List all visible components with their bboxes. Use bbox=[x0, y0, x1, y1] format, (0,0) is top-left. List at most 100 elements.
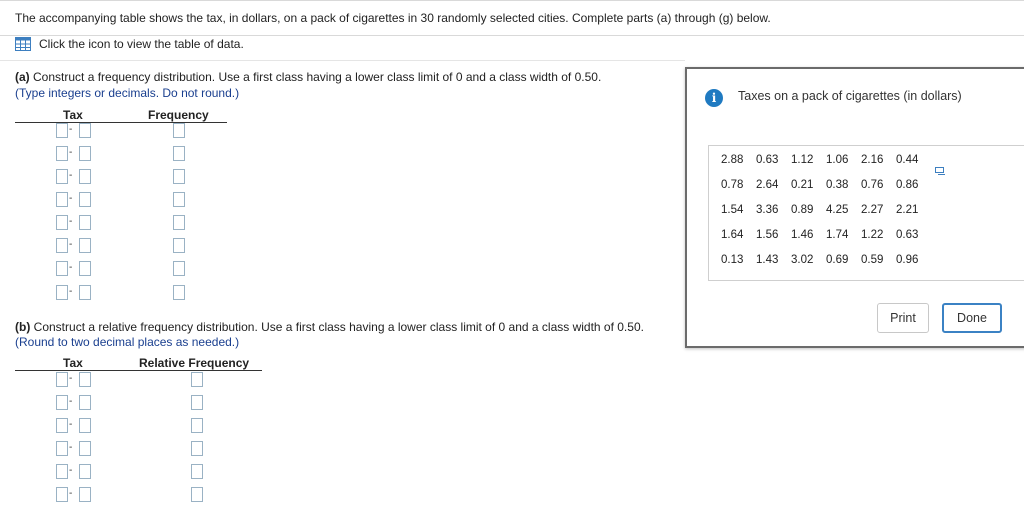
data-cell: 1.43 bbox=[756, 254, 779, 266]
part-b-lower-limit-input[interactable] bbox=[56, 372, 68, 387]
part-a-upper-limit-input[interactable] bbox=[79, 169, 91, 184]
part-a-frequency-input[interactable] bbox=[173, 261, 185, 276]
data-cell: 2.16 bbox=[861, 154, 884, 166]
part-a-lower-limit-input[interactable] bbox=[56, 123, 68, 138]
part-b-frequency-input[interactable] bbox=[191, 441, 203, 456]
part-a-frequency-input[interactable] bbox=[173, 285, 185, 300]
data-cell: 2.88 bbox=[721, 154, 744, 166]
part-a-upper-limit-input[interactable] bbox=[79, 192, 91, 207]
part-b-instruction: (b) Construct a relative frequency distr… bbox=[15, 320, 644, 334]
part-a-class-separator: - bbox=[69, 193, 73, 204]
data-row: 0.13 1.43 3.02 0.69 0.59 0.96 bbox=[721, 254, 931, 266]
part-a-header-rule bbox=[15, 122, 227, 123]
part-a-lower-limit-input[interactable] bbox=[56, 215, 68, 230]
data-cell: 0.13 bbox=[721, 254, 744, 266]
data-row: 1.54 3.36 0.89 4.25 2.27 2.21 bbox=[721, 204, 931, 216]
data-cell: 1.46 bbox=[791, 229, 814, 241]
part-b-class-separator: - bbox=[69, 465, 73, 476]
part-a-upper-limit-input[interactable] bbox=[79, 123, 91, 138]
part-b-upper-limit-input[interactable] bbox=[79, 418, 91, 433]
top-rule bbox=[0, 0, 1024, 1]
part-b-lower-limit-input[interactable] bbox=[56, 395, 68, 410]
part-b-text: Construct a relative frequency distribut… bbox=[33, 320, 644, 334]
data-cell: 0.63 bbox=[896, 229, 919, 241]
part-b-lower-limit-input[interactable] bbox=[56, 418, 68, 433]
part-b-upper-limit-input[interactable] bbox=[79, 441, 91, 456]
part-a-lower-limit-input[interactable] bbox=[56, 169, 68, 184]
part-a-frequency-input[interactable] bbox=[173, 146, 185, 161]
part-a-class-separator: - bbox=[69, 147, 73, 158]
part-a-frequency-input[interactable] bbox=[173, 123, 185, 138]
part-a-class-separator: - bbox=[69, 170, 73, 181]
part-a-hint: (Type integers or decimals. Do not round… bbox=[15, 86, 240, 100]
part-a-frequency-input[interactable] bbox=[173, 192, 185, 207]
part-a-lower-limit-input[interactable] bbox=[56, 192, 68, 207]
data-table-popup: i Taxes on a pack of cigarettes (in doll… bbox=[685, 67, 1024, 348]
part-a-upper-limit-input[interactable] bbox=[79, 146, 91, 161]
part-a-class-separator: - bbox=[69, 124, 73, 135]
popup-title: Taxes on a pack of cigarettes (in dollar… bbox=[738, 89, 962, 103]
data-cell: 2.21 bbox=[896, 204, 919, 216]
done-button[interactable]: Done bbox=[942, 303, 1002, 333]
part-b-lower-limit-input[interactable] bbox=[56, 487, 68, 502]
data-cell: 0.76 bbox=[861, 179, 884, 191]
data-row: 1.64 1.56 1.46 1.74 1.22 0.63 bbox=[721, 229, 931, 241]
part-a-col-tax: Tax bbox=[63, 108, 83, 122]
info-icon: i bbox=[705, 89, 723, 107]
data-cell: 0.59 bbox=[861, 254, 884, 266]
part-b-class-separator: - bbox=[69, 373, 73, 384]
part-b-hint: (Round to two decimal places as needed.) bbox=[15, 335, 240, 349]
data-cell: 0.69 bbox=[826, 254, 849, 266]
part-b-upper-limit-input[interactable] bbox=[79, 464, 91, 479]
part-b-upper-limit-input[interactable] bbox=[79, 372, 91, 387]
data-cell: 0.86 bbox=[896, 179, 919, 191]
view-data-link[interactable]: Click the icon to view the table of data… bbox=[15, 37, 244, 51]
part-a-upper-limit-input[interactable] bbox=[79, 215, 91, 230]
data-cell: 1.74 bbox=[826, 229, 849, 241]
part-b-lower-limit-input[interactable] bbox=[56, 464, 68, 479]
part-b-upper-limit-input[interactable] bbox=[79, 395, 91, 410]
part-b-lower-limit-input[interactable] bbox=[56, 441, 68, 456]
copy-icon[interactable] bbox=[935, 167, 945, 175]
part-a-lower-limit-input[interactable] bbox=[56, 285, 68, 300]
print-button[interactable]: Print bbox=[877, 303, 929, 333]
part-b-frequency-input[interactable] bbox=[191, 418, 203, 433]
part-a-class-separator: - bbox=[69, 286, 73, 297]
part-a-frequency-input[interactable] bbox=[173, 215, 185, 230]
part-b-class-separator: - bbox=[69, 442, 73, 453]
part-b-frequency-input[interactable] bbox=[191, 372, 203, 387]
data-cell: 4.25 bbox=[826, 204, 849, 216]
part-b-col-tax: Tax bbox=[63, 356, 83, 370]
tax-data-table: 2.88 0.63 1.12 1.06 2.16 0.44 0.78 2.64 0.21 0.38… bbox=[708, 145, 1024, 281]
part-a-lower-limit-input[interactable] bbox=[56, 146, 68, 161]
data-cell: 1.12 bbox=[791, 154, 814, 166]
part-b-frequency-input[interactable] bbox=[191, 464, 203, 479]
section-separator bbox=[0, 60, 685, 61]
data-cell: 0.38 bbox=[826, 179, 849, 191]
data-cell: 2.64 bbox=[756, 179, 779, 191]
part-a-frequency-input[interactable] bbox=[173, 238, 185, 253]
data-cell: 1.56 bbox=[756, 229, 779, 241]
data-cell: 1.06 bbox=[826, 154, 849, 166]
part-b-frequency-input[interactable] bbox=[191, 487, 203, 502]
part-b-upper-limit-input[interactable] bbox=[79, 487, 91, 502]
question-prompt: The accompanying table shows the tax, in… bbox=[15, 11, 771, 25]
part-b-col-relative-frequency: Relative Frequency bbox=[139, 356, 250, 370]
part-a-class-separator: - bbox=[69, 262, 73, 273]
data-cell: 2.27 bbox=[861, 204, 884, 216]
part-a-upper-limit-input[interactable] bbox=[79, 261, 91, 276]
part-a-text: Construct a frequency distribution. Use … bbox=[33, 70, 602, 84]
part-a-upper-limit-input[interactable] bbox=[79, 285, 91, 300]
part-b-class-separator: - bbox=[69, 488, 73, 499]
part-a-upper-limit-input[interactable] bbox=[79, 238, 91, 253]
grid-table-icon[interactable] bbox=[15, 37, 31, 51]
part-a-lower-limit-input[interactable] bbox=[56, 238, 68, 253]
part-b-class-separator: - bbox=[69, 419, 73, 430]
part-b-frequency-input[interactable] bbox=[191, 395, 203, 410]
part-a-frequency-input[interactable] bbox=[173, 169, 185, 184]
data-cell: 1.22 bbox=[861, 229, 884, 241]
view-data-label[interactable]: Click the icon to view the table of data… bbox=[39, 37, 244, 51]
data-cell: 1.64 bbox=[721, 229, 744, 241]
part-a-lower-limit-input[interactable] bbox=[56, 261, 68, 276]
data-cell: 0.63 bbox=[756, 154, 779, 166]
